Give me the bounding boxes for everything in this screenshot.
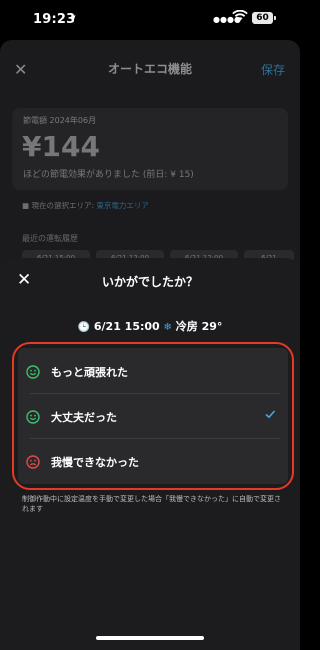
- wifi-icon: [232, 9, 248, 26]
- modal-title: いかがでしたか？: [101, 275, 198, 289]
- option-label: 我慢できなかった: [51, 456, 139, 469]
- smile-face-icon: [26, 410, 40, 424]
- auto-change-note: 制御作動中に設定温度を手動で変更した場合「我慢できなかった」に自動で変更されます: [22, 495, 281, 513]
- option-try-harder[interactable]: もっと頑張れた: [18, 350, 288, 395]
- divider: [30, 438, 280, 439]
- checkmark-icon: [264, 408, 276, 423]
- area-prefix: ■ 現在の選択エリア:: [22, 201, 97, 210]
- battery-icon: 60: [252, 12, 273, 24]
- smile-face-icon: [26, 365, 40, 379]
- option-label: もっと頑張れた: [51, 366, 128, 379]
- frown-face-icon: [26, 455, 40, 469]
- savings-amount: ¥144: [22, 130, 100, 163]
- savings-card-label: 節電額 2024年06月: [23, 116, 97, 125]
- run-info: 🕒 6/21 15:00 ❄ 冷房 29°: [0, 318, 300, 334]
- run-mode: 冷房 29°: [175, 320, 223, 333]
- divider: [30, 393, 280, 394]
- history-label: 最近の運転履歴: [22, 234, 78, 243]
- area-info: ■ 現在の選択エリア: 東京電力エリア: [22, 200, 149, 211]
- area-link[interactable]: 東京電力エリア: [96, 201, 149, 210]
- option-could-not-bear[interactable]: 我慢できなかった: [18, 440, 288, 485]
- option-fine[interactable]: 大丈夫だった: [18, 395, 288, 440]
- battery-tip: [274, 16, 276, 20]
- save-button[interactable]: 保存: [261, 61, 285, 78]
- clock-icon: 🕒: [77, 322, 91, 333]
- run-datetime: 6/21 15:00: [93, 320, 160, 333]
- option-label: 大丈夫だった: [51, 411, 117, 424]
- status-bar: 19:23 ➤ ●●●● 60: [0, 0, 300, 40]
- home-indicator[interactable]: [96, 636, 204, 640]
- background-title: オートエコ機能: [107, 62, 192, 76]
- snowflake-icon: ❄: [163, 322, 172, 333]
- savings-description: ほどの節電効果がありました (前日: ¥ 15): [23, 170, 194, 180]
